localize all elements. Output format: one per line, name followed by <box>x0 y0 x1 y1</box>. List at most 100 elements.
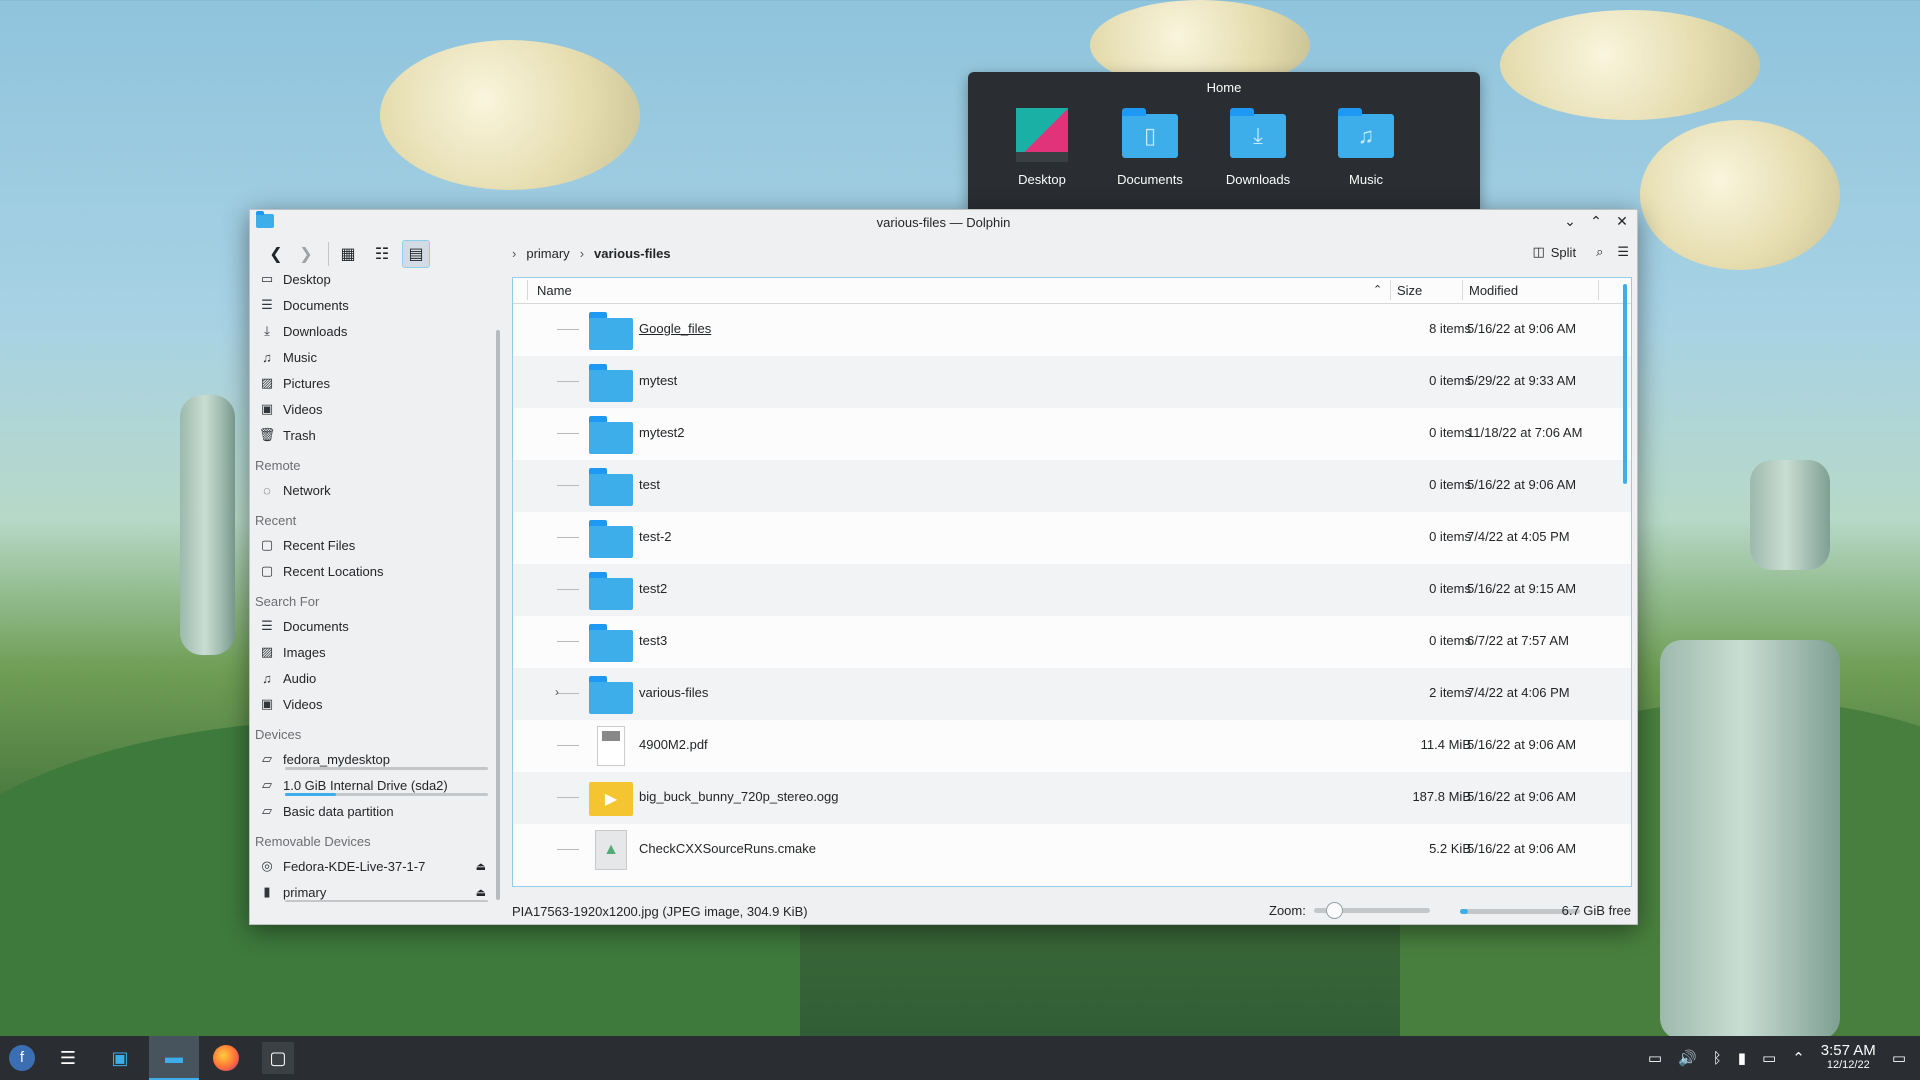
sidebar-group-devices[interactable]: Devices <box>250 717 494 746</box>
sidebar-item-fedora-live[interactable]: ◎ Fedora-KDE-Live-37-1-7 ⏏ <box>250 853 494 879</box>
sidebar-item-search-documents[interactable]: ☰ Documents <box>250 613 494 639</box>
maximize-button[interactable]: ⌃ <box>1587 212 1605 230</box>
sidebar-item-recent-files[interactable]: ▢ Recent Files <box>250 532 494 558</box>
dolphin-app-icon[interactable] <box>256 211 274 228</box>
sidebar-item-recent-locations[interactable]: ▢ Recent Locations <box>250 558 494 584</box>
tray-expand-icon[interactable]: ⌃ <box>1792 1049 1805 1067</box>
file-row[interactable]: mytest 0 items 5/29/22 at 9:33 AM <box>513 356 1631 408</box>
recent-locations-icon: ▢ <box>260 563 274 578</box>
file-size: 187.8 MiB <box>1412 789 1471 804</box>
sidebar-scrollbar[interactable] <box>494 276 502 902</box>
sidebar-item-downloads[interactable]: ⤓ Downloads <box>250 318 494 344</box>
taskbar-dolphin[interactable]: ▬ <box>149 1036 199 1080</box>
compact-view-button[interactable]: ☷ <box>368 240 396 268</box>
sidebar-group-search[interactable]: Search For <box>250 584 494 613</box>
file-view-scrollbar[interactable] <box>1621 284 1629 882</box>
sidebar-item-desktop[interactable]: ▭ Desktop <box>250 274 494 292</box>
split-view-icon: ◫ <box>1532 244 1545 259</box>
file-row[interactable]: 4900M2.pdf 11.4 MiB 5/16/22 at 9:06 AM <box>513 720 1631 772</box>
network-icon[interactable]: ▭ <box>1762 1049 1776 1067</box>
menu-button[interactable]: ☰ <box>1617 244 1629 260</box>
sidebar-item-music[interactable]: ♫ Music <box>250 344 494 370</box>
sidebar-item-documents[interactable]: ☰ Documents <box>250 292 494 318</box>
popup-item-downloads[interactable]: ⤓ Downloads <box>1204 106 1312 187</box>
sidebar-item-primary[interactable]: ▮ primary ⏏ <box>250 879 494 902</box>
desktop-icon: ▭ <box>260 274 274 286</box>
sidebar-group-removable[interactable]: Removable Devices <box>250 824 494 853</box>
videos-icon: ▣ <box>260 696 274 711</box>
sidebar-item-search-images[interactable]: ▨ Images <box>250 639 494 665</box>
sidebar-item-internal-drive[interactable]: ▱ 1.0 GiB Internal Drive (sda2) <box>250 772 494 798</box>
sidebar-group-recent[interactable]: Recent <box>250 503 494 532</box>
file-row[interactable]: test2 0 items 5/16/22 at 9:15 AM <box>513 564 1631 616</box>
title-bar[interactable]: various-files — Dolphin ⌄ ⌃ ✕ <box>250 210 1637 234</box>
file-name: CheckCXXSourceRuns.cmake <box>639 841 817 856</box>
show-desktop-icon[interactable]: ▭ <box>1892 1049 1906 1067</box>
details-view-button[interactable]: ▤ <box>402 240 430 268</box>
search-button[interactable]: ⌕ <box>1596 244 1603 260</box>
sidebar-item-network[interactable]: ◌ Network <box>250 477 494 503</box>
breadcrumb-separator-icon[interactable]: › <box>580 246 584 261</box>
popup-item-desktop[interactable]: Desktop <box>988 106 1096 187</box>
popup-item-documents[interactable]: ▯ Documents <box>1096 106 1204 187</box>
sidebar-item-videos[interactable]: ▣ Videos <box>250 396 494 422</box>
display-icon[interactable]: ▭ <box>1648 1049 1662 1067</box>
file-size: 11.4 MiB <box>1420 737 1471 752</box>
split-button[interactable]: ◫ Split <box>1526 240 1582 264</box>
file-row[interactable]: ▶ big_buck_bunny_720p_stereo.ogg 187.8 MiB… <box>513 772 1631 824</box>
back-button[interactable]: ❮ <box>262 240 290 268</box>
breadcrumb-item-current[interactable]: various-files <box>594 246 671 261</box>
sidebar-item-search-audio[interactable]: ♫ Audio <box>250 665 494 691</box>
icons-view-button[interactable]: ▦ <box>334 240 362 268</box>
file-row[interactable]: mytest2 0 items 11/18/22 at 7:06 AM <box>513 408 1631 460</box>
popup-item-music[interactable]: ♫ Music <box>1312 106 1420 187</box>
expand-chevron-icon[interactable]: › <box>555 685 559 699</box>
minimize-button[interactable]: ⌄ <box>1561 212 1579 230</box>
pager-button[interactable]: ☰ <box>52 1042 84 1074</box>
bluetooth-icon[interactable]: ᛒ <box>1713 1050 1722 1067</box>
sidebar-item-trash[interactable]: 🗑 Trash <box>250 422 494 448</box>
eject-icon[interactable]: ⏏ <box>476 886 486 899</box>
file-modified: 5/16/22 at 9:06 AM <box>1467 477 1577 492</box>
folder-icon <box>589 674 633 714</box>
file-modified: 11/18/22 at 7:06 AM <box>1467 425 1583 440</box>
file-row[interactable]: test 0 items 5/16/22 at 9:06 AM <box>513 460 1631 512</box>
back-arrow-icon: ❮ <box>269 246 283 263</box>
sidebar-item-basic-partition[interactable]: ▱ Basic data partition <box>250 798 494 824</box>
file-row[interactable]: Google_files 8 items 5/16/22 at 9:06 AM <box>513 304 1631 356</box>
close-button[interactable]: ✕ <box>1613 212 1631 230</box>
file-row[interactable]: test-2 0 items 7/4/22 at 4:05 PM <box>513 512 1631 564</box>
file-row[interactable]: › various-files 2 items 7/4/22 at 4:06 PM <box>513 668 1631 720</box>
file-name: mytest2 <box>639 425 685 440</box>
file-row[interactable]: test3 0 items 6/7/22 at 7:57 AM <box>513 616 1631 668</box>
taskbar-window-2[interactable]: ▢ <box>262 1042 294 1074</box>
file-size: 2 items <box>1429 685 1471 700</box>
zoom-slider-handle[interactable] <box>1325 902 1343 919</box>
zoom-slider[interactable] <box>1313 902 1430 919</box>
file-row[interactable]: ▲ CheckCXXSourceRuns.cmake 5.2 KiB 5/16/22 … <box>513 824 1631 876</box>
forward-button[interactable]: ❯ <box>292 240 320 268</box>
sidebar-item-search-videos[interactable]: ▣ Videos <box>250 691 494 717</box>
breadcrumb-root-chevron-icon[interactable]: › <box>512 246 516 261</box>
column-header: Name ⌃ Size Modified <box>513 278 1631 304</box>
breadcrumb-item-primary[interactable]: primary <box>526 246 569 261</box>
column-name[interactable]: Name <box>537 283 572 298</box>
discover-button[interactable]: ▣ <box>104 1042 136 1074</box>
downloads-icon: ⤓ <box>264 323 270 338</box>
sidebar-item-fedora-mydesktop[interactable]: ▱ fedora_mydesktop <box>250 746 494 772</box>
column-size[interactable]: Size <box>1397 283 1422 298</box>
clock[interactable]: 3:57 AM 12/12/22 <box>1821 1043 1876 1073</box>
application-launcher-button[interactable]: f <box>6 1042 38 1074</box>
dolphin-window: various-files — Dolphin ⌄ ⌃ ✕ ❮ ❯ ▦ ☷ ▤ … <box>249 209 1638 925</box>
file-name: test <box>639 477 660 492</box>
removable-device-icon[interactable]: ▮ <box>1738 1049 1746 1067</box>
volume-icon[interactable]: 🔊 <box>1678 1049 1697 1067</box>
audio-icon: ♫ <box>262 670 272 686</box>
file-name: 4900M2.pdf <box>639 737 708 752</box>
sidebar-item-pictures[interactable]: ▨ Pictures <box>250 370 494 396</box>
column-modified[interactable]: Modified <box>1469 283 1518 298</box>
eject-icon[interactable]: ⏏ <box>476 860 486 873</box>
firefox-button[interactable] <box>210 1042 242 1074</box>
sidebar-group-remote[interactable]: Remote <box>250 448 494 477</box>
window-icon: ▢ <box>269 1047 287 1068</box>
